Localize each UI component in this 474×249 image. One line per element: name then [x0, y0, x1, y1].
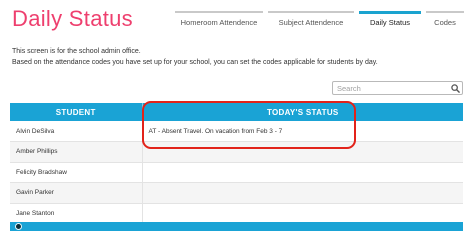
- status-cell[interactable]: [142, 182, 463, 204]
- status-cell[interactable]: [142, 162, 463, 183]
- status-cell[interactable]: [142, 141, 463, 163]
- search-box: [332, 81, 463, 95]
- search-input[interactable]: [333, 83, 448, 93]
- intro-text: This screen is for the school admin offi…: [12, 46, 378, 68]
- status-cell[interactable]: [142, 203, 463, 224]
- intro-line-1: This screen is for the school admin offi…: [12, 48, 141, 55]
- column-header-todays-status[interactable]: TODAY'S STATUS: [142, 103, 463, 121]
- tab-bar: Homeroom Attendence Subject Attendence D…: [175, 11, 464, 31]
- table-row[interactable]: Gavin Parker: [10, 182, 463, 204]
- student-name: Jane Stanton: [10, 203, 143, 224]
- table-row[interactable]: Amber Phillips: [10, 141, 463, 163]
- table-header-row: STUDENT TODAY'S STATUS: [10, 103, 463, 121]
- tab-subject-attendence[interactable]: Subject Attendence: [268, 11, 354, 31]
- page-title: Daily Status: [12, 6, 133, 31]
- status-cell[interactable]: AT - Absent Travel. On vacation from Feb…: [142, 121, 463, 142]
- daily-status-screen: Daily Status Homeroom Attendence Subject…: [0, 0, 474, 249]
- search-icon[interactable]: [448, 82, 462, 94]
- student-name: Gavin Parker: [10, 182, 143, 204]
- student-name: Amber Phillips: [10, 141, 143, 163]
- table-row[interactable]: Alvin DeSilva AT - Absent Travel. On vac…: [10, 121, 463, 142]
- column-header-student[interactable]: STUDENT: [10, 103, 143, 121]
- intro-line-2: Based on the attendance codes you have s…: [12, 59, 378, 66]
- tab-daily-status[interactable]: Daily Status: [359, 11, 421, 31]
- scroll-handle-icon[interactable]: [15, 223, 22, 230]
- student-name: Alvin DeSilva: [10, 121, 143, 142]
- student-name: Felicity Bradshaw: [10, 162, 143, 183]
- tab-homeroom-attendence[interactable]: Homeroom Attendence: [175, 11, 263, 31]
- table-row[interactable]: Jane Stanton: [10, 203, 463, 224]
- students-status-table: STUDENT TODAY'S STATUS Alvin DeSilva AT …: [10, 103, 463, 224]
- table-row[interactable]: Felicity Bradshaw: [10, 162, 463, 183]
- table-footer-bar: [10, 222, 463, 231]
- tab-codes[interactable]: Codes: [426, 11, 464, 31]
